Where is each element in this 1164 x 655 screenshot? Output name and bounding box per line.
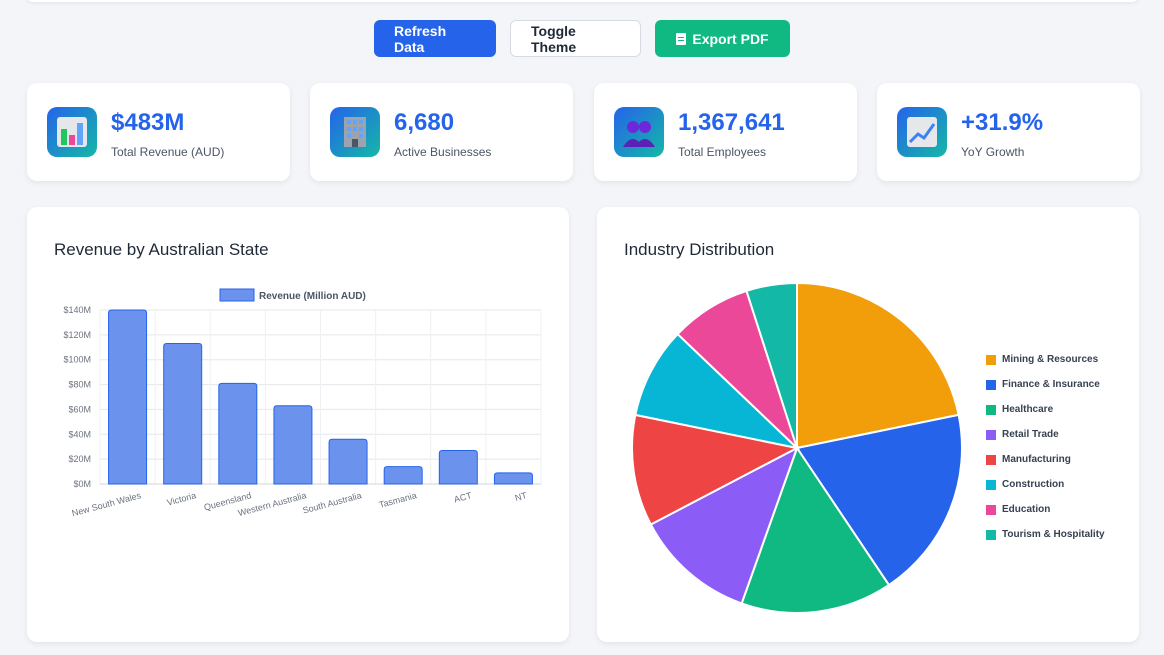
- header-card: [26, 0, 1139, 2]
- x-tick-label: ACT: [453, 490, 473, 504]
- y-tick-label: $80M: [68, 380, 91, 390]
- export-pdf-button[interactable]: Export PDF: [655, 20, 790, 57]
- bar: [218, 382, 258, 485]
- legend-label: Manufacturing: [1002, 454, 1071, 465]
- legend-swatch: [986, 379, 996, 390]
- y-tick-label: $60M: [68, 404, 91, 414]
- kpi-label: Total Revenue (AUD): [111, 145, 225, 159]
- legend-label: Tourism & Hospitality: [1002, 529, 1105, 540]
- kpi-value: +31.9%: [961, 109, 1044, 136]
- legend-label: Revenue (Million AUD): [259, 291, 366, 302]
- y-tick-label: $0M: [73, 479, 91, 489]
- legend-swatch: [986, 354, 996, 365]
- revenue-chart-card: Revenue by Australian State Revenue (Mil…: [27, 207, 569, 642]
- export-label: Export PDF: [692, 30, 769, 47]
- toggle-theme-button[interactable]: Toggle Theme: [510, 20, 641, 57]
- toggle-theme-label: Toggle Theme: [531, 22, 577, 55]
- y-tick-label: $120M: [63, 330, 91, 340]
- kpi-card-revenue: $483M Total Revenue (AUD): [27, 83, 290, 181]
- refresh-label: Refresh Data: [394, 22, 447, 55]
- legend-item[interactable]: Manufacturing: [986, 454, 1071, 465]
- legend-item[interactable]: Education: [986, 504, 1050, 515]
- document-icon: [676, 32, 687, 45]
- industry-pie-chart: [631, 281, 963, 614]
- legend-item[interactable]: Mining & Resources: [986, 354, 1098, 365]
- kpi-value: 6,680: [394, 109, 455, 136]
- legend-swatch: [986, 479, 996, 490]
- people-icon: [614, 107, 664, 157]
- bar: [383, 466, 423, 485]
- kpi-label: Active Businesses: [394, 145, 492, 159]
- bar: [493, 472, 533, 485]
- action-bar: Refresh Data Toggle Theme Export PDF: [0, 20, 1164, 57]
- kpi-card-businesses: 6,680 Active Businesses: [310, 83, 573, 181]
- legend-item[interactable]: Construction: [986, 479, 1064, 490]
- legend-item[interactable]: Retail Trade: [986, 429, 1059, 440]
- bar: [163, 343, 203, 485]
- x-tick-label: New South Wales: [71, 490, 143, 518]
- refresh-data-button[interactable]: Refresh Data: [374, 20, 496, 57]
- bar: [328, 438, 368, 485]
- legend-swatch: [986, 454, 996, 465]
- x-tick-label: Victoria: [166, 490, 197, 507]
- y-tick-label: $40M: [68, 429, 91, 439]
- trend-up-icon: [897, 107, 947, 157]
- legend-label: Education: [1002, 504, 1051, 515]
- legend-swatch: [986, 529, 996, 540]
- bar: [273, 405, 313, 485]
- x-tick-label: NT: [514, 490, 529, 503]
- legend-item[interactable]: Healthcare: [986, 404, 1053, 415]
- kpi-card-employees: 1,367,641 Total Employees: [594, 83, 857, 181]
- kpi-label: YoY Growth: [961, 145, 1025, 159]
- legend-swatch: [219, 288, 255, 302]
- legend-item[interactable]: Finance & Insurance: [986, 379, 1100, 390]
- legend-label: Healthcare: [1002, 404, 1054, 415]
- x-tick-label: Tasmania: [378, 490, 418, 510]
- legend-swatch: [986, 504, 996, 515]
- kpi-card-growth: +31.9% YoY Growth: [877, 83, 1140, 181]
- x-tick-label: South Australia: [302, 490, 363, 515]
- revenue-bar-chart: Revenue (Million AUD) $0M $20M $40M $60M $80M…: [63, 288, 542, 518]
- legend-label: Retail Trade: [1002, 429, 1059, 440]
- office-building-icon: [330, 107, 380, 157]
- industry-chart-card: Industry Distribution Mining & Resources…: [597, 207, 1139, 642]
- legend-swatch: [986, 404, 996, 415]
- legend-label: Construction: [1002, 479, 1065, 490]
- y-tick-label: $20M: [68, 454, 91, 464]
- bar-chart-icon: [47, 107, 97, 157]
- y-tick-label: $100M: [63, 355, 91, 365]
- kpi-value: 1,367,641: [678, 109, 785, 136]
- bar: [438, 449, 478, 485]
- kpi-label: Total Employees: [678, 145, 767, 159]
- bar: [108, 309, 148, 485]
- legend-swatch: [986, 429, 996, 440]
- legend-item[interactable]: Tourism & Hospitality: [986, 529, 1105, 540]
- legend-label: Mining & Resources: [1002, 354, 1099, 365]
- legend-label: Finance & Insurance: [1002, 379, 1100, 390]
- y-tick-label: $140M: [63, 305, 91, 315]
- kpi-value: $483M: [111, 109, 185, 136]
